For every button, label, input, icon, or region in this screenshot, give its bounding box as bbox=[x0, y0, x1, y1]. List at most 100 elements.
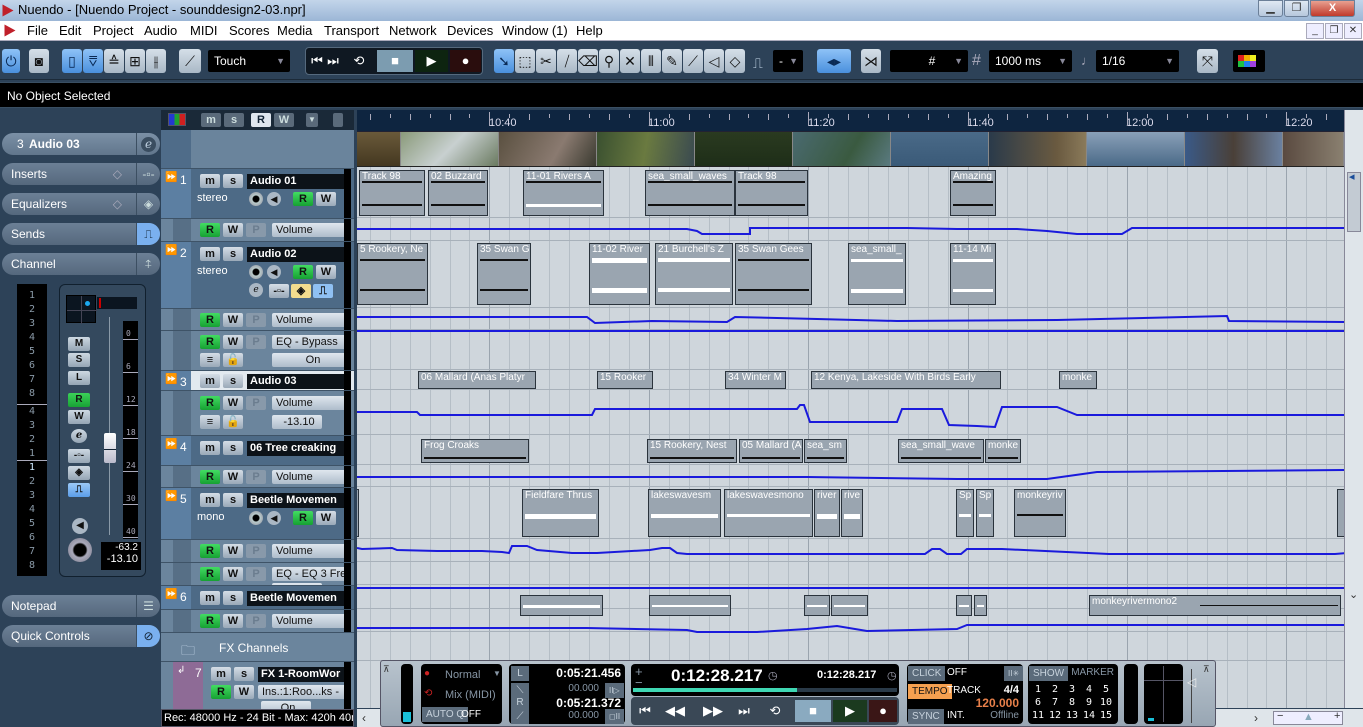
erase-tool[interactable]: ⌫ bbox=[578, 49, 598, 73]
primary-time-display[interactable]: 0:12:28.217 bbox=[671, 666, 763, 686]
precount-settings-icon[interactable]: II✳ bbox=[1004, 666, 1024, 681]
fast-forward-button[interactable]: ▶▶ bbox=[695, 700, 731, 722]
post-roll-button[interactable]: ◻II bbox=[605, 709, 625, 724]
sends-bypass-button[interactable]: ⎍ bbox=[68, 483, 90, 497]
mute-button[interactable]: m bbox=[200, 441, 220, 455]
mute-button[interactable]: M bbox=[68, 337, 90, 351]
punch-button[interactable]: P bbox=[246, 396, 266, 410]
expand-automation-icon[interactable]: ⏩ bbox=[165, 245, 177, 256]
marker-button[interactable]: 13 bbox=[1064, 710, 1080, 721]
eq-icon[interactable]: ◈ bbox=[136, 193, 160, 215]
object-selection-tool[interactable]: ➘ bbox=[494, 49, 514, 73]
expand-automation-icon[interactable]: ⏩ bbox=[165, 439, 177, 450]
write-button[interactable]: W bbox=[234, 685, 254, 699]
monitor-button[interactable]: ◀ bbox=[72, 518, 88, 534]
marker-button[interactable]: 9 bbox=[1081, 697, 1097, 708]
channel-route-number[interactable]: 1 bbox=[17, 290, 47, 301]
automation-panel-button[interactable]: ⟋ bbox=[179, 49, 201, 73]
write-button[interactable]: W bbox=[223, 470, 243, 484]
split-tool[interactable]: ✂ bbox=[536, 49, 556, 73]
insert-bypass-button[interactable]: -▫- bbox=[68, 449, 90, 463]
channel-route-number[interactable]: 2 bbox=[17, 304, 47, 315]
automation-curves[interactable] bbox=[357, 167, 1344, 708]
inspector-sends[interactable]: Sends ⎍ bbox=[2, 223, 160, 245]
show-markers-button[interactable]: SHOW bbox=[1029, 666, 1069, 681]
automation-lane-options-button[interactable]: ≡ bbox=[200, 353, 220, 367]
record-button[interactable]: ● bbox=[869, 700, 897, 722]
menu-midi[interactable]: MIDI bbox=[190, 23, 217, 38]
channel-route-number[interactable]: 8 bbox=[17, 388, 47, 399]
cycle-button[interactable]: ⟲ bbox=[343, 50, 375, 72]
zoom-slider-thumb[interactable]: ▲ bbox=[1303, 711, 1314, 723]
quantize-settings-button[interactable]: ⤧ bbox=[1197, 49, 1218, 73]
range-selection-tool[interactable]: ⬚ bbox=[515, 49, 535, 73]
mute-button[interactable]: m bbox=[200, 591, 220, 605]
automation-parameter-select[interactable]: Ins.:1:Roo...ks - bbox=[258, 685, 350, 699]
panner[interactable] bbox=[66, 295, 97, 324]
write-automation-button[interactable]: W bbox=[68, 410, 90, 424]
punch-button[interactable]: P bbox=[246, 567, 266, 581]
read-button[interactable]: R bbox=[293, 265, 313, 279]
mute-button[interactable]: m bbox=[200, 174, 220, 188]
time-signature[interactable]: 4/4 bbox=[1004, 684, 1019, 696]
solo-button[interactable]: s bbox=[223, 374, 243, 388]
goto-end-button[interactable]: ⏭ bbox=[325, 50, 341, 72]
track-list-menu-button[interactable]: ▼ bbox=[306, 113, 318, 127]
video-track-thumbnails[interactable] bbox=[357, 132, 1344, 167]
snap-zero-crossing-button[interactable]: ⋊ bbox=[861, 49, 881, 73]
punch-button[interactable]: P bbox=[246, 223, 266, 237]
edit-channel-button[interactable]: e bbox=[71, 429, 87, 443]
track-name[interactable]: Beetle Movemen bbox=[247, 591, 350, 606]
mute-tool[interactable]: ✕ bbox=[620, 49, 640, 73]
glue-tool[interactable]: ⧸ bbox=[557, 49, 577, 73]
menu-project[interactable]: Project bbox=[93, 23, 133, 38]
track-name[interactable]: Audio 01 bbox=[247, 174, 350, 189]
quick-controls-icon[interactable]: ⊘ bbox=[136, 625, 160, 647]
maximize-button[interactable]: ❐ bbox=[1284, 0, 1309, 17]
horizontal-zoom-slider[interactable]: − ▲ + bbox=[1273, 710, 1343, 725]
marker-button[interactable]: 8 bbox=[1064, 697, 1080, 708]
zoom-in-icon[interactable]: + bbox=[1334, 710, 1340, 722]
goto-start-button[interactable]: ⏮ bbox=[635, 700, 655, 722]
inspector-channel[interactable]: Channel ⍏ bbox=[2, 253, 160, 275]
solo-button[interactable]: S bbox=[68, 353, 90, 367]
panel-collapse-icon[interactable]: ⊼ bbox=[1203, 664, 1210, 675]
show-infoline-button[interactable]: ⩢ bbox=[83, 49, 103, 73]
secondary-time-display[interactable]: 0:12:28.217 bbox=[817, 669, 876, 681]
clock-icon[interactable]: ◷ bbox=[768, 669, 778, 682]
menu-edit[interactable]: Edit bbox=[59, 23, 81, 38]
vertical-scrollbar[interactable]: ⌄ ◂ bbox=[1344, 110, 1363, 708]
goto-start-button[interactable]: ⏮ bbox=[309, 50, 325, 72]
close-button[interactable]: X bbox=[1310, 0, 1355, 17]
scroll-left-icon[interactable]: ‹ bbox=[362, 711, 366, 725]
read-button[interactable]: R bbox=[200, 544, 220, 558]
marker-button[interactable]: 15 bbox=[1098, 710, 1114, 721]
track-4[interactable]: ⏩ 4 m s 06 Tree creaking bbox=[161, 435, 354, 465]
write-button[interactable]: W bbox=[316, 192, 336, 206]
level-slider-handle[interactable]: ◁ bbox=[1187, 675, 1196, 689]
punch-button[interactable]: P bbox=[246, 614, 266, 628]
monitor-button[interactable]: ◀ bbox=[267, 192, 281, 206]
record-enable-button[interactable] bbox=[249, 265, 263, 279]
grid-value-select[interactable]: 1000 ms ▼ bbox=[989, 50, 1072, 72]
rewind-button[interactable]: ◀◀ bbox=[657, 700, 693, 722]
read-button[interactable]: R bbox=[293, 192, 313, 206]
position-slider[interactable] bbox=[633, 688, 897, 692]
edit-channel-icon[interactable]: e bbox=[136, 133, 160, 155]
write-button[interactable]: W bbox=[316, 265, 336, 279]
sends-bypass-button[interactable]: ⎍ bbox=[313, 284, 333, 298]
inspector-inserts[interactable]: Inserts ◇ -▫- bbox=[2, 163, 160, 185]
menu-devices[interactable]: Devices bbox=[447, 23, 493, 38]
track-name[interactable]: Audio 02 bbox=[247, 247, 350, 262]
track-5[interactable]: ⏩ 5 m s Beetle Movemen mono ◀ R W bbox=[161, 487, 354, 539]
automation-parameter-select[interactable]: Volume bbox=[272, 396, 350, 410]
punch-button[interactable]: P bbox=[246, 335, 266, 349]
channel-route-number[interactable]: 3 bbox=[17, 420, 47, 431]
mdi-close-button[interactable]: ✕ bbox=[1344, 23, 1362, 39]
automation-lane-1-volume[interactable]: R W P Volume bbox=[161, 218, 354, 241]
minimize-button[interactable]: ▁ bbox=[1258, 0, 1283, 17]
mute-button[interactable]: m bbox=[200, 247, 220, 261]
channel-route-number[interactable]: 6 bbox=[17, 360, 47, 371]
channel-route-number[interactable]: 2 bbox=[17, 476, 47, 487]
cycle-mode-select[interactable]: Mix (MIDI) bbox=[445, 689, 496, 701]
